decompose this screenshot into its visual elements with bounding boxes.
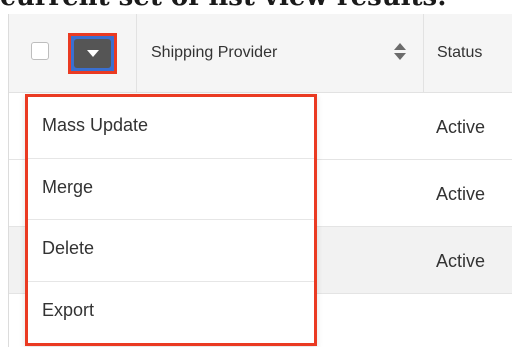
select-all-checkbox[interactable]	[31, 42, 49, 60]
header-divider	[136, 14, 137, 92]
status-cell: Active	[436, 117, 486, 137]
actions-dropdown-button[interactable]	[68, 33, 117, 74]
menu-item-merge[interactable]: Merge	[28, 159, 314, 220]
sort-icon[interactable]	[394, 43, 406, 61]
status-cell: Active	[436, 184, 486, 204]
header-divider	[423, 14, 424, 92]
menu-item-mass-update[interactable]: Mass Update	[28, 97, 314, 159]
caret-down-icon	[86, 50, 99, 57]
table-header: Shipping Provider Status	[9, 14, 512, 93]
actions-menu: Mass Update Merge Delete Export	[25, 94, 317, 346]
menu-item-delete[interactable]: Delete	[28, 220, 314, 282]
sort-up-icon	[394, 43, 406, 50]
menu-item-export[interactable]: Export	[28, 282, 314, 344]
sort-down-icon	[394, 53, 406, 60]
column-header-status[interactable]: Status	[437, 44, 482, 62]
status-cell: Active	[436, 251, 486, 271]
page-heading: current set of list view results:	[0, 0, 512, 12]
column-header-shipping-provider[interactable]: Shipping Provider	[151, 44, 277, 62]
dropdown-button-face[interactable]	[74, 39, 111, 68]
